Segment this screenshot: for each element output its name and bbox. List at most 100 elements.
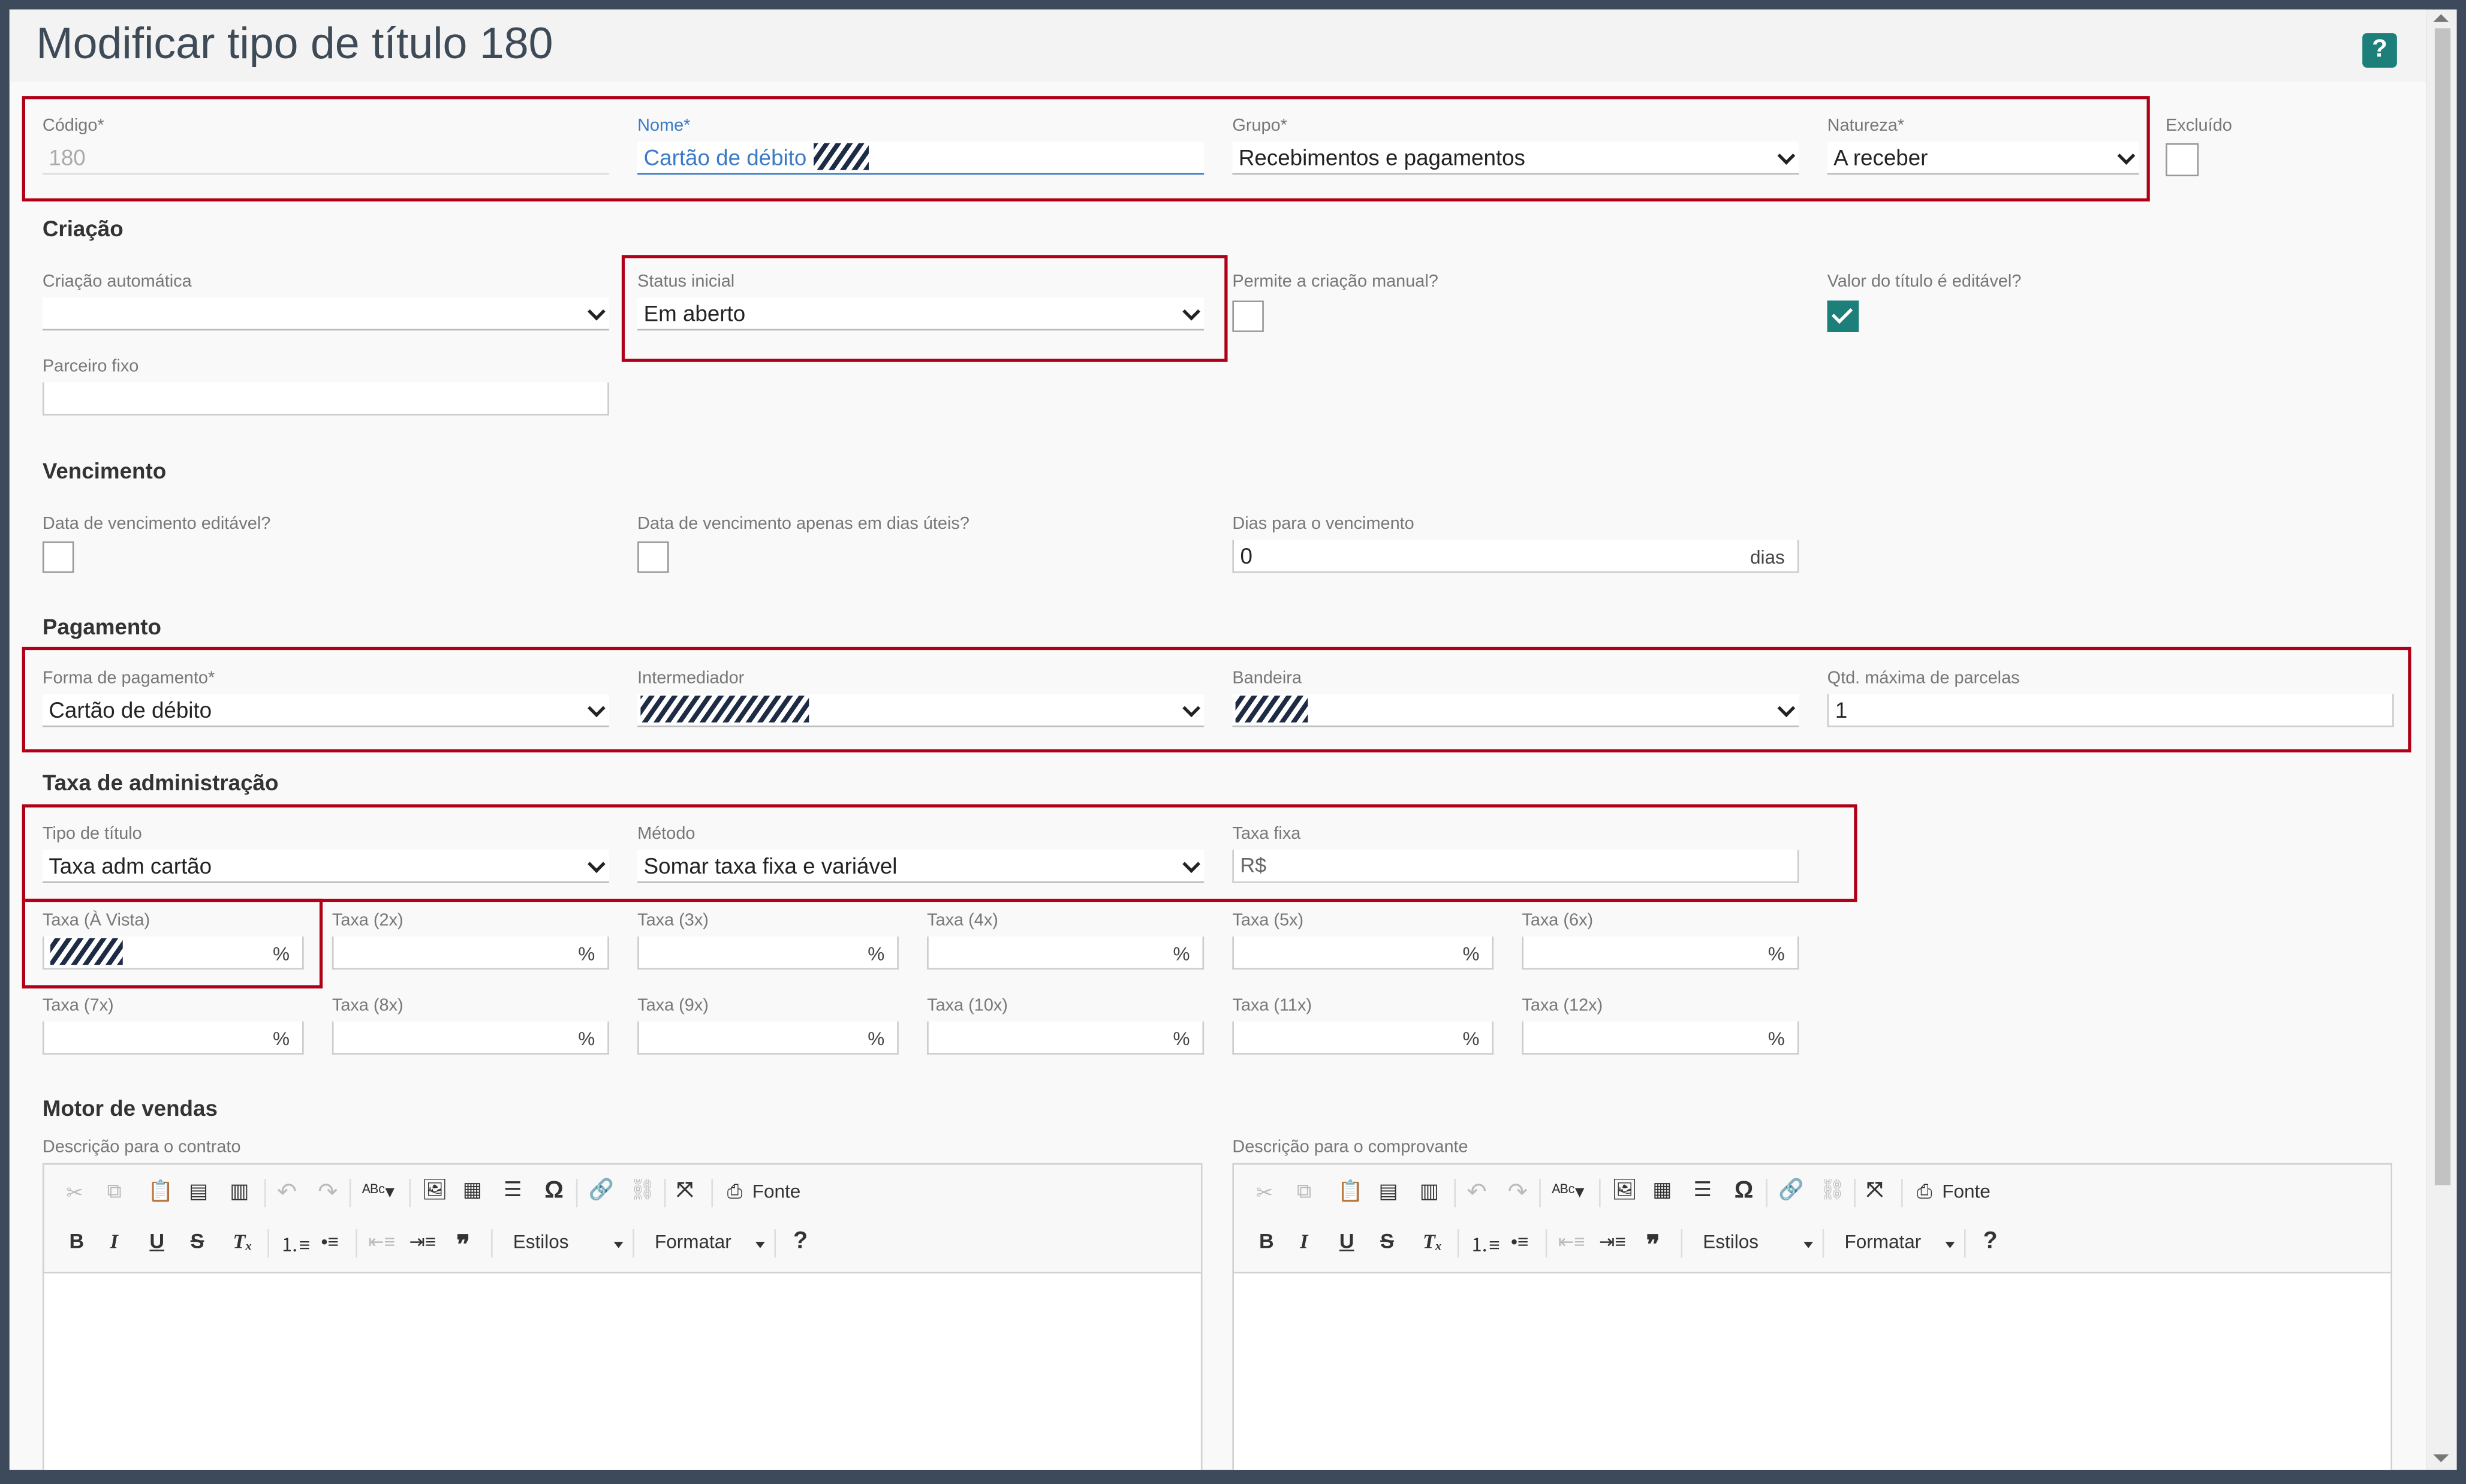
section-taxa: Taxa de administração <box>42 769 279 795</box>
source-icon[interactable]: ⎙ <box>727 1181 742 1204</box>
parceiro-fixo-label: Parceiro fixo <box>42 357 139 377</box>
rate-input[interactable]: % <box>1232 1021 1494 1055</box>
comprovante-editor[interactable]: ✂ ⧉ 📋 ▤ ▥ ↶ ↷ ᴬᴮᶜ▾ 🖼 ▦ ☰ Ω 🔗 ⛓ ⤧ ⎙ Fonte… <box>1232 1163 2392 1470</box>
dias-label: Dias para o vencimento <box>1232 514 1414 534</box>
strike-icon[interactable]: S <box>1380 1229 1394 1253</box>
styles-combo[interactable]: Estilos <box>1703 1231 1759 1253</box>
help-button[interactable]: ? <box>2362 33 2397 68</box>
italic-icon[interactable]: I <box>110 1229 118 1254</box>
indent-icon[interactable]: ⇥≡ <box>1599 1231 1626 1253</box>
underline-icon[interactable]: U <box>1339 1229 1354 1253</box>
section-vencimento: Vencimento <box>42 457 167 483</box>
underline-icon[interactable]: U <box>149 1229 164 1253</box>
undo-icon[interactable]: ↶ <box>1467 1178 1487 1206</box>
contrato-label: Descrição para o contrato <box>42 1137 241 1157</box>
percent-suffix: % <box>1173 1028 1190 1050</box>
permite-manual-checkbox[interactable] <box>1232 300 1264 332</box>
horizontal-rule-icon[interactable]: ☰ <box>504 1178 522 1203</box>
cut-icon[interactable]: ✂ <box>1256 1181 1273 1206</box>
source-button[interactable]: Fonte <box>1942 1181 1991 1203</box>
spellcheck-icon[interactable]: ᴬᴮᶜ▾ <box>362 1181 395 1203</box>
styles-combo[interactable]: Estilos <box>513 1231 569 1253</box>
maximize-icon[interactable]: ⤧ <box>677 1178 693 1203</box>
copy-icon[interactable]: ⧉ <box>107 1179 122 1204</box>
blockquote-icon[interactable]: ❞ <box>1646 1229 1660 1261</box>
contrato-editor[interactable]: ✂ ⧉ 📋 ▤ ▥ ↶ ↷ ᴬᴮᶜ▾ 🖼 ▦ ☰ Ω 🔗 ⛓ ⤧ ⎙ Fonte… <box>42 1163 1203 1470</box>
undo-icon[interactable]: ↶ <box>277 1178 297 1206</box>
scrollbar[interactable] <box>2426 9 2457 1470</box>
image-icon[interactable]: 🖼 <box>422 1178 448 1203</box>
paste-icon[interactable]: 📋 <box>1338 1179 1363 1204</box>
rate-input[interactable]: % <box>332 1021 609 1055</box>
special-char-icon[interactable]: Ω <box>1735 1178 1754 1205</box>
editor-toolbar: ✂ ⧉ 📋 ▤ ▥ ↶ ↷ ᴬᴮᶜ▾ 🖼 ▦ ☰ Ω 🔗 ⛓ ⤧ ⎙ Fonte… <box>1234 1164 2391 1274</box>
outdent-icon[interactable]: ⇤≡ <box>368 1231 395 1253</box>
dias-input[interactable]: 0 dias <box>1232 540 1799 573</box>
numbered-list-icon[interactable]: ⒈≡ <box>1470 1231 1500 1258</box>
image-icon[interactable]: 🖼 <box>1612 1178 1637 1203</box>
italic-icon[interactable]: I <box>1300 1229 1308 1254</box>
toolbar-divider <box>576 1179 578 1208</box>
help-icon[interactable]: ? <box>1983 1228 1998 1255</box>
rate-input[interactable]: % <box>1232 936 1494 970</box>
toolbar-divider <box>1964 1229 1966 1258</box>
excluido-checkbox[interactable] <box>2166 143 2199 176</box>
source-icon[interactable]: ⎙ <box>1917 1181 1932 1204</box>
scroll-thumb[interactable] <box>2434 28 2451 1185</box>
remove-format-icon[interactable]: Tₓ <box>233 1229 252 1254</box>
numbered-list-icon[interactable]: ⒈≡ <box>280 1231 310 1258</box>
unlink-icon[interactable]: ⛓ <box>630 1178 655 1203</box>
redo-icon[interactable]: ↷ <box>318 1178 338 1206</box>
special-char-icon[interactable]: Ω <box>544 1178 564 1205</box>
bullet-list-icon[interactable]: •≡ <box>321 1231 339 1253</box>
link-icon[interactable]: 🔗 <box>589 1178 614 1203</box>
scroll-down-arrow-icon[interactable] <box>2433 1454 2449 1462</box>
remove-format-icon[interactable]: Tₓ <box>1423 1229 1442 1254</box>
rate-input[interactable]: % <box>927 936 1205 970</box>
spellcheck-icon[interactable]: ᴬᴮᶜ▾ <box>1552 1181 1584 1203</box>
rate-input[interactable]: % <box>927 1021 1205 1055</box>
help-icon[interactable]: ? <box>793 1228 808 1255</box>
dias-uteis-checkbox[interactable] <box>637 541 669 573</box>
maximize-icon[interactable]: ⤧ <box>1866 1178 1883 1203</box>
data-editavel-label: Data de vencimento editável? <box>42 514 271 534</box>
toolbar-divider <box>1901 1179 1903 1208</box>
table-icon[interactable]: ▦ <box>1652 1178 1672 1203</box>
indent-icon[interactable]: ⇥≡ <box>410 1231 436 1253</box>
rate-input[interactable]: % <box>332 936 609 970</box>
valor-editavel-checkbox[interactable] <box>1827 300 1859 332</box>
paste-word-icon[interactable]: ▥ <box>230 1179 249 1204</box>
rate-input[interactable]: % <box>1522 936 1799 970</box>
parceiro-fixo-input[interactable] <box>42 382 609 416</box>
highlight-box <box>22 898 323 989</box>
criacao-automatica-select[interactable] <box>42 297 609 331</box>
copy-icon[interactable]: ⧉ <box>1297 1179 1311 1204</box>
horizontal-rule-icon[interactable]: ☰ <box>1694 1178 1712 1203</box>
percent-suffix: % <box>1768 943 1785 965</box>
rate-input[interactable]: % <box>1522 1021 1799 1055</box>
link-icon[interactable]: 🔗 <box>1778 1178 1803 1203</box>
paste-icon[interactable]: 📋 <box>148 1179 173 1204</box>
bold-icon[interactable]: B <box>70 1229 85 1253</box>
unlink-icon[interactable]: ⛓ <box>1820 1178 1845 1203</box>
source-button[interactable]: Fonte <box>752 1181 801 1203</box>
outdent-icon[interactable]: ⇤≡ <box>1558 1231 1585 1253</box>
bullet-list-icon[interactable]: •≡ <box>1511 1231 1528 1253</box>
scroll-up-arrow-icon[interactable] <box>2433 14 2449 22</box>
title-bar: Modificar tipo de título 180 ? <box>9 9 2427 82</box>
rate-input[interactable]: % <box>637 936 899 970</box>
cut-icon[interactable]: ✂ <box>66 1181 83 1206</box>
format-combo[interactable]: Formatar <box>655 1231 731 1253</box>
bold-icon[interactable]: B <box>1259 1229 1274 1253</box>
paste-text-icon[interactable]: ▤ <box>1379 1179 1398 1204</box>
table-icon[interactable]: ▦ <box>463 1178 482 1203</box>
blockquote-icon[interactable]: ❞ <box>456 1229 470 1261</box>
paste-text-icon[interactable]: ▤ <box>189 1179 208 1204</box>
rate-input[interactable]: % <box>42 1021 304 1055</box>
format-combo[interactable]: Formatar <box>1845 1231 1922 1253</box>
data-editavel-checkbox[interactable] <box>42 541 74 573</box>
redo-icon[interactable]: ↷ <box>1508 1178 1528 1206</box>
strike-icon[interactable]: S <box>191 1229 204 1253</box>
rate-input[interactable]: % <box>637 1021 899 1055</box>
paste-word-icon[interactable]: ▥ <box>1420 1179 1439 1204</box>
